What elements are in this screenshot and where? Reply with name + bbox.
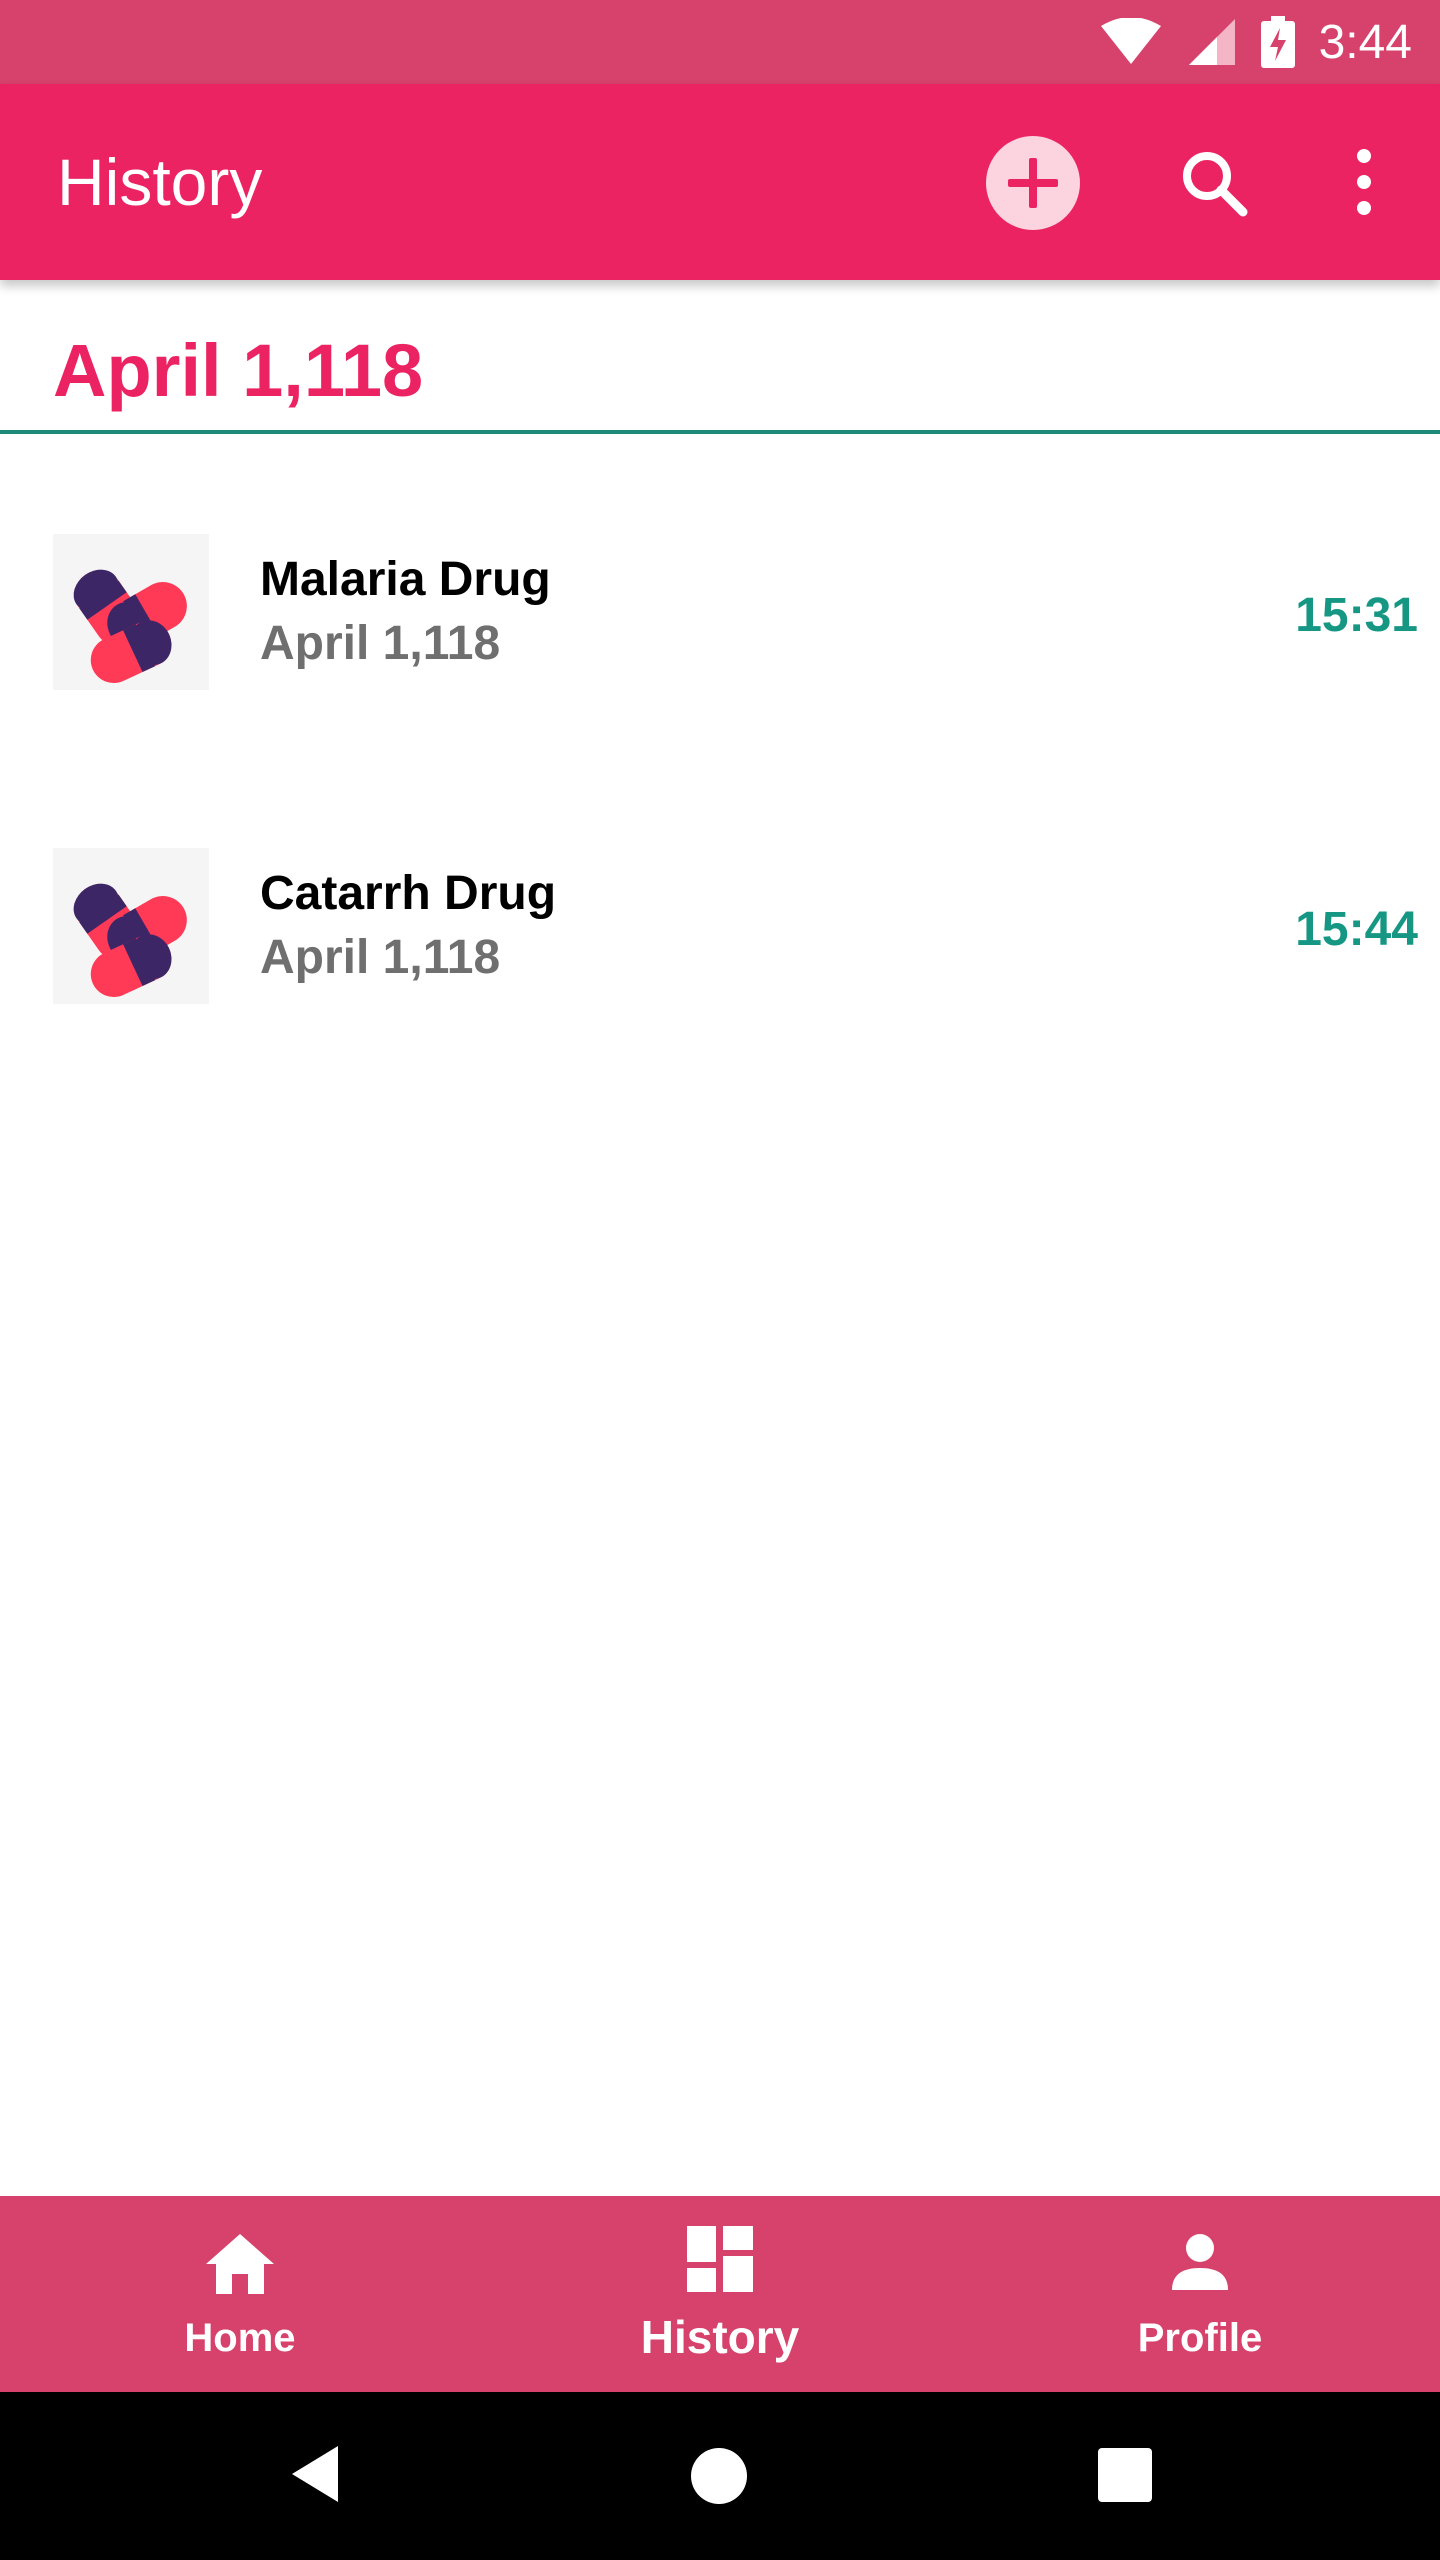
signal-icon: [1188, 19, 1235, 65]
wifi-icon: [1100, 18, 1161, 64]
home-circle-icon[interactable]: [691, 2448, 747, 2504]
section-date-title: April 1,118: [53, 329, 424, 412]
nav-home-label: Home: [184, 2316, 296, 2360]
back-icon[interactable]: [290, 2444, 340, 2504]
history-item-catarrh[interactable]: Catarrh Drug April 1,118 15:44: [0, 806, 1440, 1046]
page-title: History: [57, 145, 263, 219]
recents-icon[interactable]: [1098, 2448, 1152, 2502]
person-icon: [1172, 2234, 1228, 2290]
nav-profile[interactable]: Profile: [960, 2196, 1440, 2392]
add-circle-icon: [1008, 158, 1058, 208]
nav-history[interactable]: History: [480, 2196, 960, 2392]
status-icons: 3:44: [1099, 0, 1412, 84]
drug-name: Catarrh Drug: [260, 867, 557, 920]
more-vert-icon: [1357, 149, 1371, 215]
dashboard-icon: [687, 2226, 753, 2292]
pill-logo-icon: [53, 534, 209, 690]
add-button[interactable]: [986, 136, 1080, 230]
search-button[interactable]: [1175, 144, 1255, 224]
app-bar: History: [0, 84, 1440, 280]
battery-charging-icon: [1260, 16, 1295, 68]
drug-time: 15:31: [1295, 589, 1418, 642]
bottom-navigation: Home History Profile: [0, 2196, 1440, 2392]
status-bar: 3:44: [0, 0, 1440, 84]
more-options-button[interactable]: [1341, 142, 1387, 226]
system-navigation-bar: [0, 2392, 1440, 2560]
history-item-malaria[interactable]: Malaria Drug April 1,118 15:31: [0, 492, 1440, 732]
status-time: 3:44: [1318, 15, 1412, 69]
nav-home[interactable]: Home: [0, 2196, 480, 2392]
pill-logo-icon: [53, 848, 209, 1004]
drug-date: April 1,118: [260, 617, 501, 670]
drug-date: April 1,118: [260, 931, 501, 984]
drug-name: Malaria Drug: [260, 553, 551, 606]
drug-time: 15:44: [1295, 903, 1418, 956]
nav-profile-label: Profile: [1137, 2316, 1263, 2360]
date-section-header: April 1,118: [0, 280, 1440, 434]
home-icon: [206, 2234, 274, 2294]
nav-history-label: History: [640, 2311, 800, 2363]
search-icon: [1183, 152, 1248, 217]
